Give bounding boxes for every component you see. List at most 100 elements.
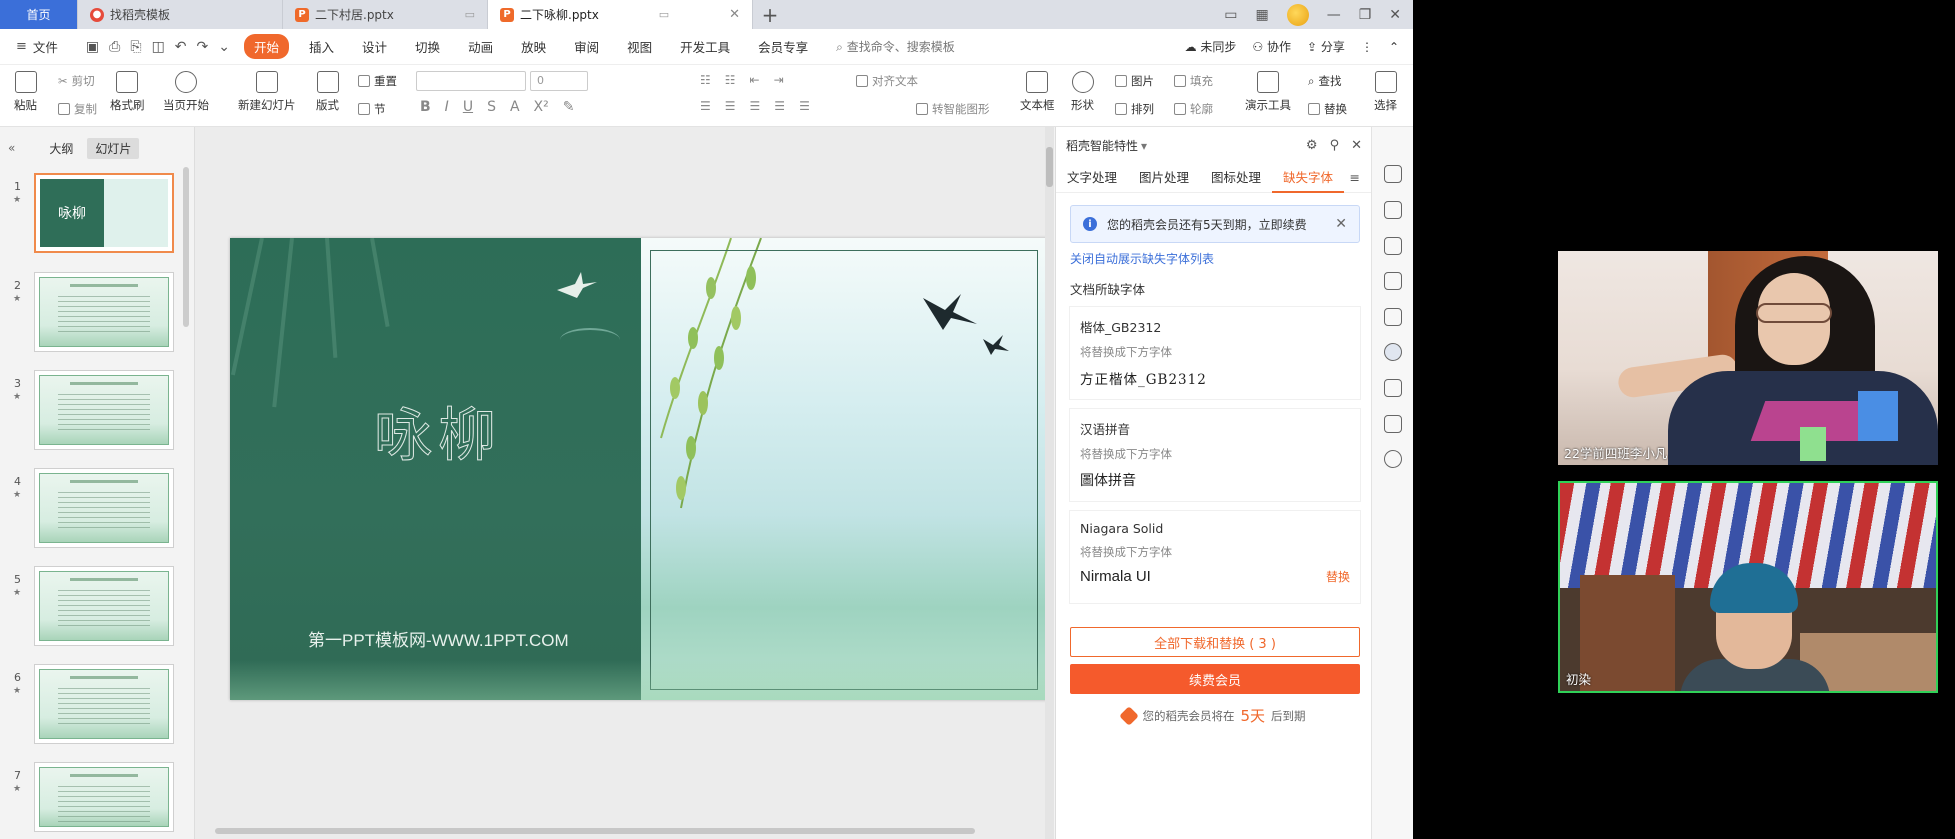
sync-status[interactable]: ☁ 未同步 (1185, 38, 1237, 55)
rocket-icon[interactable] (1384, 165, 1402, 183)
textbox-button[interactable]: 文本框 (1020, 71, 1055, 113)
avatar[interactable] (1286, 3, 1309, 26)
scroll-thumb[interactable] (215, 828, 975, 834)
bullet-list-icon[interactable]: ☷ (700, 73, 711, 87)
restore-icon[interactable]: ❐ (1359, 7, 1372, 23)
star-icon[interactable] (1384, 237, 1402, 255)
menu-devtools[interactable]: 开发工具 (666, 37, 744, 56)
number-list-icon[interactable]: ☷ (725, 73, 736, 87)
arrange-button[interactable]: 排列 (1115, 101, 1154, 117)
align-text-button[interactable]: 对齐文本 (856, 73, 918, 89)
save-icon[interactable]: ▣ (86, 39, 99, 55)
tab-home[interactable]: 首页 (0, 0, 78, 29)
highlight-icon[interactable]: ✎ (563, 99, 575, 115)
reset-button[interactable]: 重置 (358, 73, 397, 89)
hamburger-icon[interactable]: ≡ (16, 39, 27, 54)
missing-font-card[interactable]: Niagara Solid 将替换成下方字体 Nirmala UI 替换 (1070, 511, 1360, 603)
undo-icon[interactable]: ↶ (175, 39, 187, 55)
share-button[interactable]: ⇪ 分享 (1307, 38, 1345, 55)
menu-insert[interactable]: 插入 (295, 37, 348, 56)
menu-file[interactable]: 文件 (33, 37, 72, 56)
export-icon[interactable]: ⎙ (109, 39, 120, 55)
canvas-vertical-scrollbar[interactable] (1045, 127, 1054, 839)
align-center-icon[interactable]: ☰ (725, 99, 736, 113)
align-left-icon[interactable]: ☰ (700, 99, 711, 113)
menu-icon[interactable]: ≡ (1350, 170, 1360, 185)
tab-slides[interactable]: 幻灯片 (87, 137, 140, 159)
video-tile-participant-2[interactable]: 初染 (1558, 481, 1938, 693)
transition-icon[interactable] (1384, 272, 1402, 290)
indent-decrease-icon[interactable]: ⇤ (750, 73, 760, 87)
menu-design[interactable]: 设计 (348, 37, 401, 56)
tab-doc-yongliu[interactable]: P 二下咏柳.pptx ▭ ✕ (488, 0, 753, 29)
play-current-button[interactable]: 当页开始 (163, 71, 209, 113)
menu-transition[interactable]: 切换 (401, 37, 454, 56)
command-search[interactable]: ⌕ 查找命令、搜索模板 (822, 38, 955, 55)
slide-thumb-7[interactable] (34, 762, 174, 832)
grid-icon[interactable]: ▦ (1255, 7, 1268, 23)
slide-subtitle[interactable]: 第一PPT模板网-WWW.1PPT.COM (308, 626, 569, 651)
tab-outline[interactable]: 大纲 (41, 138, 81, 159)
video-tile-participant-1[interactable]: 22学前四班李小凡 (1558, 251, 1938, 465)
copy-button[interactable]: 复制 (58, 101, 97, 117)
format-painter-button[interactable]: 格式刷 (110, 71, 145, 113)
notice-text[interactable]: 您的稻壳会员还有5天到期，立即续费 (1107, 216, 1307, 233)
justify-icon[interactable]: ☰ (774, 99, 785, 113)
picture-button[interactable]: 图片 (1115, 73, 1154, 89)
align-right-icon[interactable]: ☰ (750, 99, 761, 113)
new-tab-button[interactable]: + (753, 0, 787, 29)
slide-thumb-4[interactable] (34, 468, 174, 548)
cut-button[interactable]: ✂ 剪切 (58, 73, 95, 89)
canvas-horizontal-scrollbar[interactable] (205, 826, 1035, 836)
chevron-down-icon[interactable]: ⌄ (218, 39, 230, 55)
smart-feature-icon[interactable] (1384, 343, 1402, 361)
slide-thumb-5[interactable] (34, 566, 174, 646)
tab-image-processing[interactable]: 图片处理 (1128, 163, 1200, 193)
close-icon[interactable]: ✕ (1351, 138, 1362, 153)
tab-missing-fonts[interactable]: 缺失字体 (1272, 163, 1345, 193)
cube-icon[interactable] (1384, 415, 1402, 433)
tab-doc-cunju[interactable]: P 二下村居.pptx ▭ (283, 0, 488, 29)
tab-icon-processing[interactable]: 图标处理 (1200, 163, 1272, 193)
bold-icon[interactable]: B (420, 99, 431, 115)
chevron-down-icon[interactable]: ▾ (1141, 139, 1147, 153)
slide-title[interactable]: 咏柳 (373, 388, 502, 472)
slide-thumb-2[interactable] (34, 272, 174, 352)
print-icon[interactable]: ⎘ (130, 39, 141, 55)
collapse-panel-icon[interactable]: « (8, 141, 15, 155)
replace-font-button[interactable]: 替换 (1326, 568, 1350, 585)
monitor-icon[interactable]: ▭ (659, 8, 669, 21)
menu-view[interactable]: 视图 (613, 37, 666, 56)
paste-button[interactable]: 粘贴 (14, 71, 37, 113)
current-slide[interactable]: 咏柳 第一PPT模板网-WWW.1PPT.COM (230, 238, 1050, 700)
indent-increase-icon[interactable]: ⇥ (774, 73, 784, 87)
scroll-thumb[interactable] (1046, 147, 1053, 187)
menu-start[interactable]: 开始 (244, 34, 290, 59)
redo-icon[interactable]: ↷ (197, 39, 209, 55)
missing-font-card[interactable]: 汉语拼音 将替换成下方字体 圖体拼音 (1070, 409, 1360, 501)
smartart-button[interactable]: 转智能图形 (916, 101, 990, 117)
replace-button[interactable]: 替换 (1308, 101, 1347, 117)
find-button[interactable]: ⌕ 查找 (1308, 73, 1341, 89)
underline-icon[interactable]: U (463, 99, 473, 115)
close-window-icon[interactable]: ✕ (1389, 7, 1401, 23)
renew-membership-button[interactable]: 续费会员 (1070, 664, 1360, 694)
image-settings-icon[interactable] (1384, 308, 1402, 326)
preview-icon[interactable]: ◫ (152, 39, 165, 55)
close-tab-icon[interactable]: ✕ (729, 7, 740, 22)
menu-member[interactable]: 会员专享 (744, 37, 822, 56)
disable-auto-list-link[interactable]: 关闭自动展示缺失字体列表 (1070, 250, 1214, 267)
collab-button[interactable]: ⚇ 协作 (1252, 38, 1291, 55)
menu-review[interactable]: 审阅 (560, 37, 613, 56)
section-button[interactable]: 节 (358, 101, 386, 117)
more-icon[interactable]: ⋮ (1361, 40, 1373, 54)
settings-icon[interactable]: ⚙ (1306, 138, 1318, 153)
help-icon[interactable] (1384, 450, 1402, 468)
font-size-select[interactable]: 0 (530, 71, 588, 91)
font-name-select[interactable] (416, 71, 526, 91)
strikethrough-icon[interactable]: S (487, 99, 496, 115)
menu-animation[interactable]: 动画 (454, 37, 507, 56)
layout-icon[interactable]: ▭ (1224, 7, 1237, 23)
slide-thumb-3[interactable] (34, 370, 174, 450)
present-tools-button[interactable]: 演示工具 (1245, 71, 1291, 113)
